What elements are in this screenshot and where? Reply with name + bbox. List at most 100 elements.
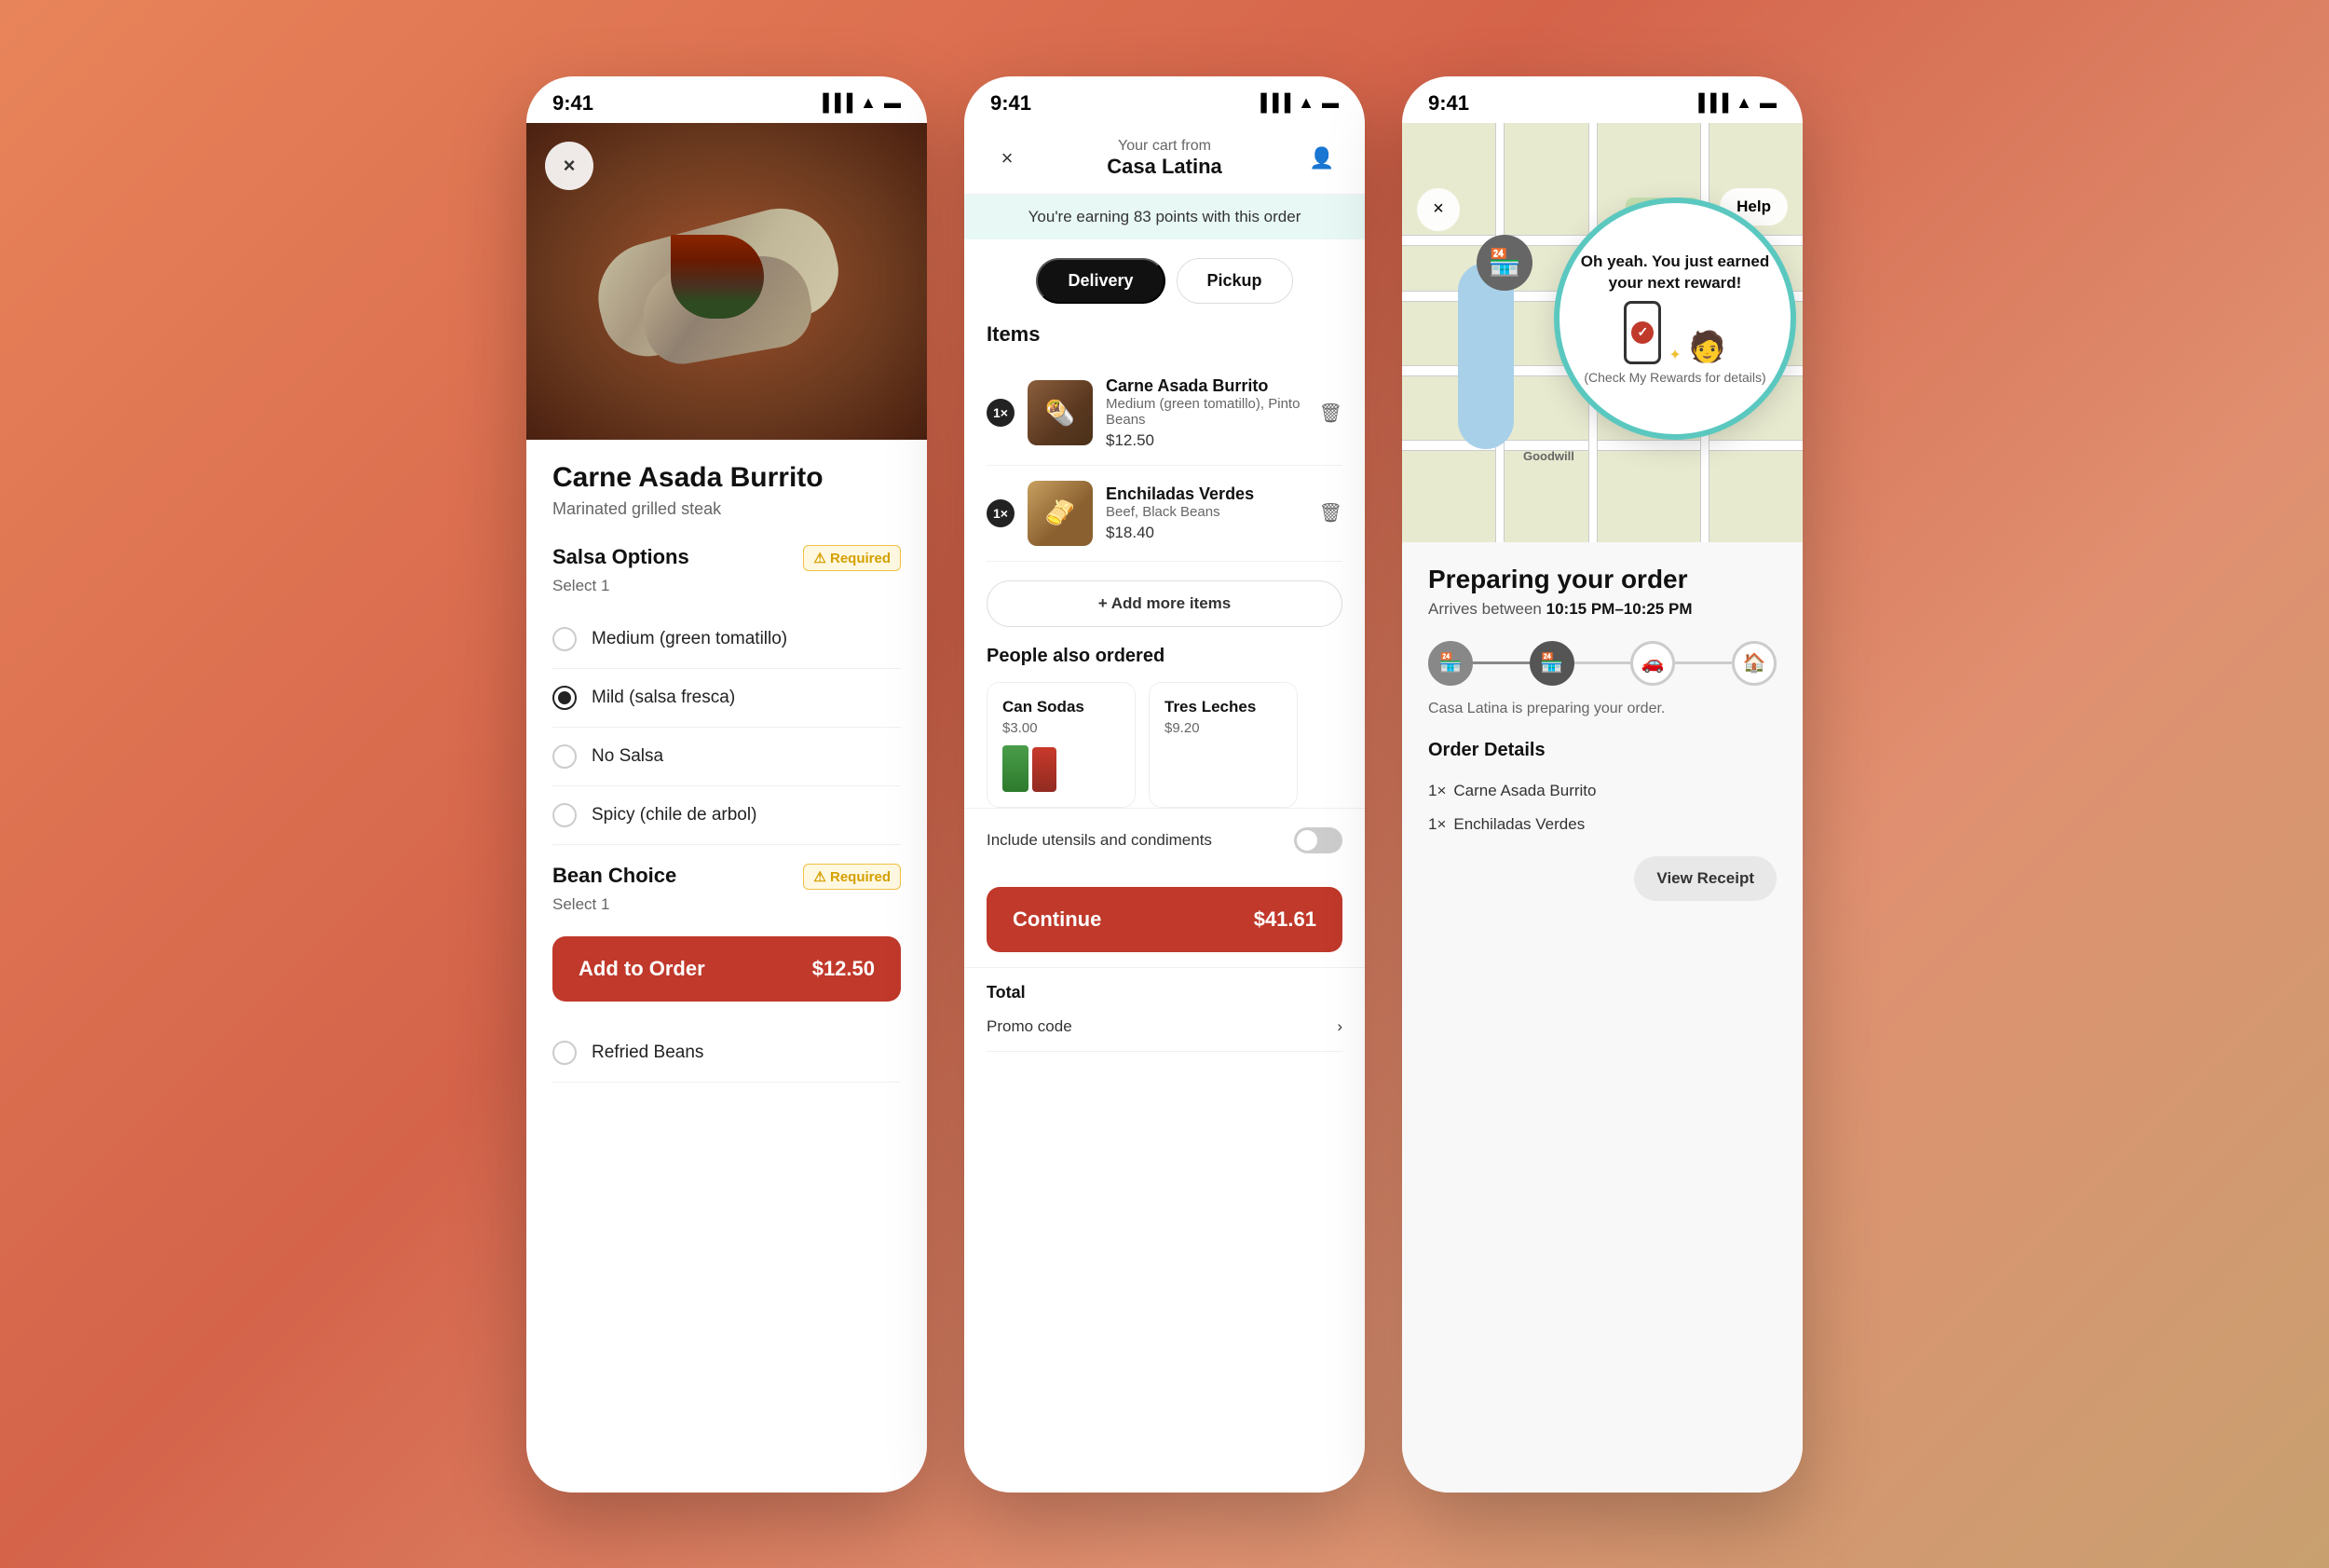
close-button-1[interactable]: ×: [545, 142, 593, 190]
promo-label: Promo code: [987, 1017, 1072, 1036]
toggle-knob: [1297, 830, 1317, 851]
phone-cart: 9:41 ▐▐▐ ▲ ▬ × Your cart from Casa Latin…: [964, 76, 1365, 1493]
red-can: [1032, 747, 1056, 792]
add-to-order-button[interactable]: Add to Order $12.50: [552, 936, 901, 1002]
bean-option-refried[interactable]: Refried Beans: [552, 1024, 901, 1083]
cart-title-main: Casa Latina: [1028, 155, 1301, 179]
delivery-tabs: Delivery Pickup: [964, 239, 1365, 322]
salsa-option-spicy[interactable]: Spicy (chile de arbol): [552, 786, 901, 845]
delete-item-2-button[interactable]: 🗑: [1319, 501, 1342, 525]
order-item-1-name: Carne Asada Burrito: [1453, 782, 1596, 800]
progress-line-1: [1473, 661, 1530, 664]
arrives-time: 10:15 PM–10:25 PM: [1546, 600, 1693, 618]
order-item-1-qty: 1×: [1428, 782, 1446, 800]
signal-icon-2: ▐▐▐: [1255, 93, 1290, 113]
status-icons-3: ▐▐▐ ▲ ▬: [1693, 93, 1777, 113]
reward-popup: Oh yeah. You just earned your next rewar…: [1554, 198, 1796, 440]
radio-circle-spicy[interactable]: [552, 803, 577, 827]
salsa-section-header: Salsa Options ⚠ Required: [552, 545, 901, 571]
sodas-price: $3.00: [1002, 720, 1120, 736]
radio-circle-refried[interactable]: [552, 1041, 577, 1065]
bean-title: Bean Choice: [552, 864, 676, 888]
salsa-option-none[interactable]: No Salsa: [552, 728, 901, 786]
cart-item-2-info: Enchiladas Verdes Beef, Black Beans $18.…: [1106, 484, 1306, 542]
hero-image: ×: [526, 123, 927, 440]
salsa-title: Salsa Options: [552, 545, 689, 569]
map-road-h4: [1402, 440, 1803, 451]
phone-reward-icon: ✓: [1624, 301, 1661, 364]
utensils-row: Include utensils and condiments: [964, 808, 1365, 872]
salsa-none-label: No Salsa: [592, 746, 663, 767]
status-icons-1: ▐▐▐ ▲ ▬: [817, 93, 901, 113]
star-icon: ✦: [1668, 346, 1681, 364]
signal-icon-3: ▐▐▐: [1693, 93, 1728, 113]
pickup-tab[interactable]: Pickup: [1177, 258, 1293, 304]
sodas-image: [1002, 745, 1120, 792]
green-can: [1002, 745, 1028, 792]
people-items-list: Can Sodas $3.00 Tres Leches $9.20: [987, 682, 1342, 808]
people-item-sodas[interactable]: Can Sodas $3.00: [987, 682, 1136, 808]
add-to-order-price: $12.50: [812, 957, 875, 981]
battery-icon: ▬: [884, 93, 901, 113]
cart-header: × Your cart from Casa Latina 👤: [964, 123, 1365, 195]
progress-step-restaurant: 🏪: [1428, 641, 1473, 686]
cart-title-block: Your cart from Casa Latina: [1028, 138, 1301, 179]
continue-button[interactable]: Continue $41.61: [987, 887, 1342, 952]
restaurant-pin: 🏪: [1477, 235, 1532, 291]
item-detail-content: Carne Asada Burrito Marinated grilled st…: [526, 440, 927, 1493]
total-label: Total: [987, 968, 1342, 1002]
order-item-2-qty: 1×: [1428, 815, 1446, 834]
close-button-2[interactable]: ×: [987, 138, 1028, 179]
points-banner: You're earning 83 points with this order: [964, 195, 1365, 239]
status-bar-2: 9:41 ▐▐▐ ▲ ▬: [964, 76, 1365, 123]
status-bar-3: 9:41 ▐▐▐ ▲ ▬: [1402, 76, 1803, 123]
cart-item-1-desc: Medium (green tomatillo), Pinto Beans: [1106, 396, 1306, 428]
item-subtitle: Marinated grilled steak: [552, 499, 901, 519]
cart-item-1-info: Carne Asada Burrito Medium (green tomati…: [1106, 376, 1306, 450]
qty-badge-1: 1×: [987, 399, 1015, 427]
progress-status: Casa Latina is preparing your order.: [1428, 701, 1777, 717]
radio-circle-none[interactable]: [552, 744, 577, 769]
profile-button[interactable]: 👤: [1301, 138, 1342, 179]
promo-row[interactable]: Promo code ›: [987, 1002, 1342, 1052]
salsa-option-medium[interactable]: Medium (green tomatillo): [552, 610, 901, 669]
utensils-toggle[interactable]: [1294, 827, 1342, 853]
cart-subtitle: Your cart from: [1028, 138, 1301, 155]
salsa-mild-label: Mild (salsa fresca): [592, 688, 735, 708]
wifi-icon: ▲: [860, 93, 877, 113]
order-item-2-name: Enchiladas Verdes: [1453, 815, 1585, 834]
burrito-filling: [671, 235, 764, 319]
people-item-tres-leches[interactable]: Tres Leches $9.20: [1149, 682, 1298, 808]
cart-item-2-desc: Beef, Black Beans: [1106, 504, 1306, 520]
phones-container: 9:41 ▐▐▐ ▲ ▬ × Carne Asada Burrito Marin…: [526, 76, 1803, 1493]
items-section: Items 1× 🌯 Carne Asada Burrito Medium (g…: [964, 322, 1365, 562]
promo-chevron-icon: ›: [1337, 1017, 1342, 1036]
points-text: You're earning 83 points with this order: [1028, 208, 1301, 225]
progress-line-2: [1574, 661, 1631, 664]
qty-badge-2: 1×: [987, 499, 1015, 527]
view-receipt-button[interactable]: View Receipt: [1634, 856, 1777, 901]
wifi-icon-2: ▲: [1298, 93, 1314, 113]
sodas-name: Can Sodas: [1002, 698, 1120, 716]
continue-price: $41.61: [1254, 907, 1316, 932]
tres-leches-name: Tres Leches: [1164, 698, 1282, 716]
cart-item-enchiladas: 1× 🫔 Enchiladas Verdes Beef, Black Beans…: [987, 466, 1342, 562]
delete-item-1-button[interactable]: 🗑: [1319, 402, 1342, 425]
status-icons-2: ▐▐▐ ▲ ▬: [1255, 93, 1339, 113]
radio-circle-medium[interactable]: [552, 627, 577, 651]
progress-step-preparing: 🏪: [1530, 641, 1574, 686]
radio-circle-mild[interactable]: [552, 686, 577, 710]
arrives-prefix: Arrives between: [1428, 600, 1546, 618]
add-more-button[interactable]: + Add more items: [987, 580, 1342, 627]
progress-line-3: [1675, 661, 1732, 664]
salsa-option-mild[interactable]: Mild (salsa fresca): [552, 669, 901, 728]
map-view: Berkeley Goodwill × Help 🏪 Oh yeah. You …: [1402, 123, 1803, 542]
salsa-spicy-label: Spicy (chile de arbol): [592, 805, 756, 825]
reward-title: Oh yeah. You just earned your next rewar…: [1578, 252, 1772, 293]
preparing-subtitle: Arrives between 10:15 PM–10:25 PM: [1428, 600, 1777, 619]
item-title: Carne Asada Burrito: [552, 462, 901, 494]
status-time-2: 9:41: [990, 91, 1031, 116]
salsa-medium-label: Medium (green tomatillo): [592, 629, 787, 649]
map-close-button[interactable]: ×: [1417, 188, 1460, 231]
delivery-tab[interactable]: Delivery: [1036, 258, 1164, 304]
